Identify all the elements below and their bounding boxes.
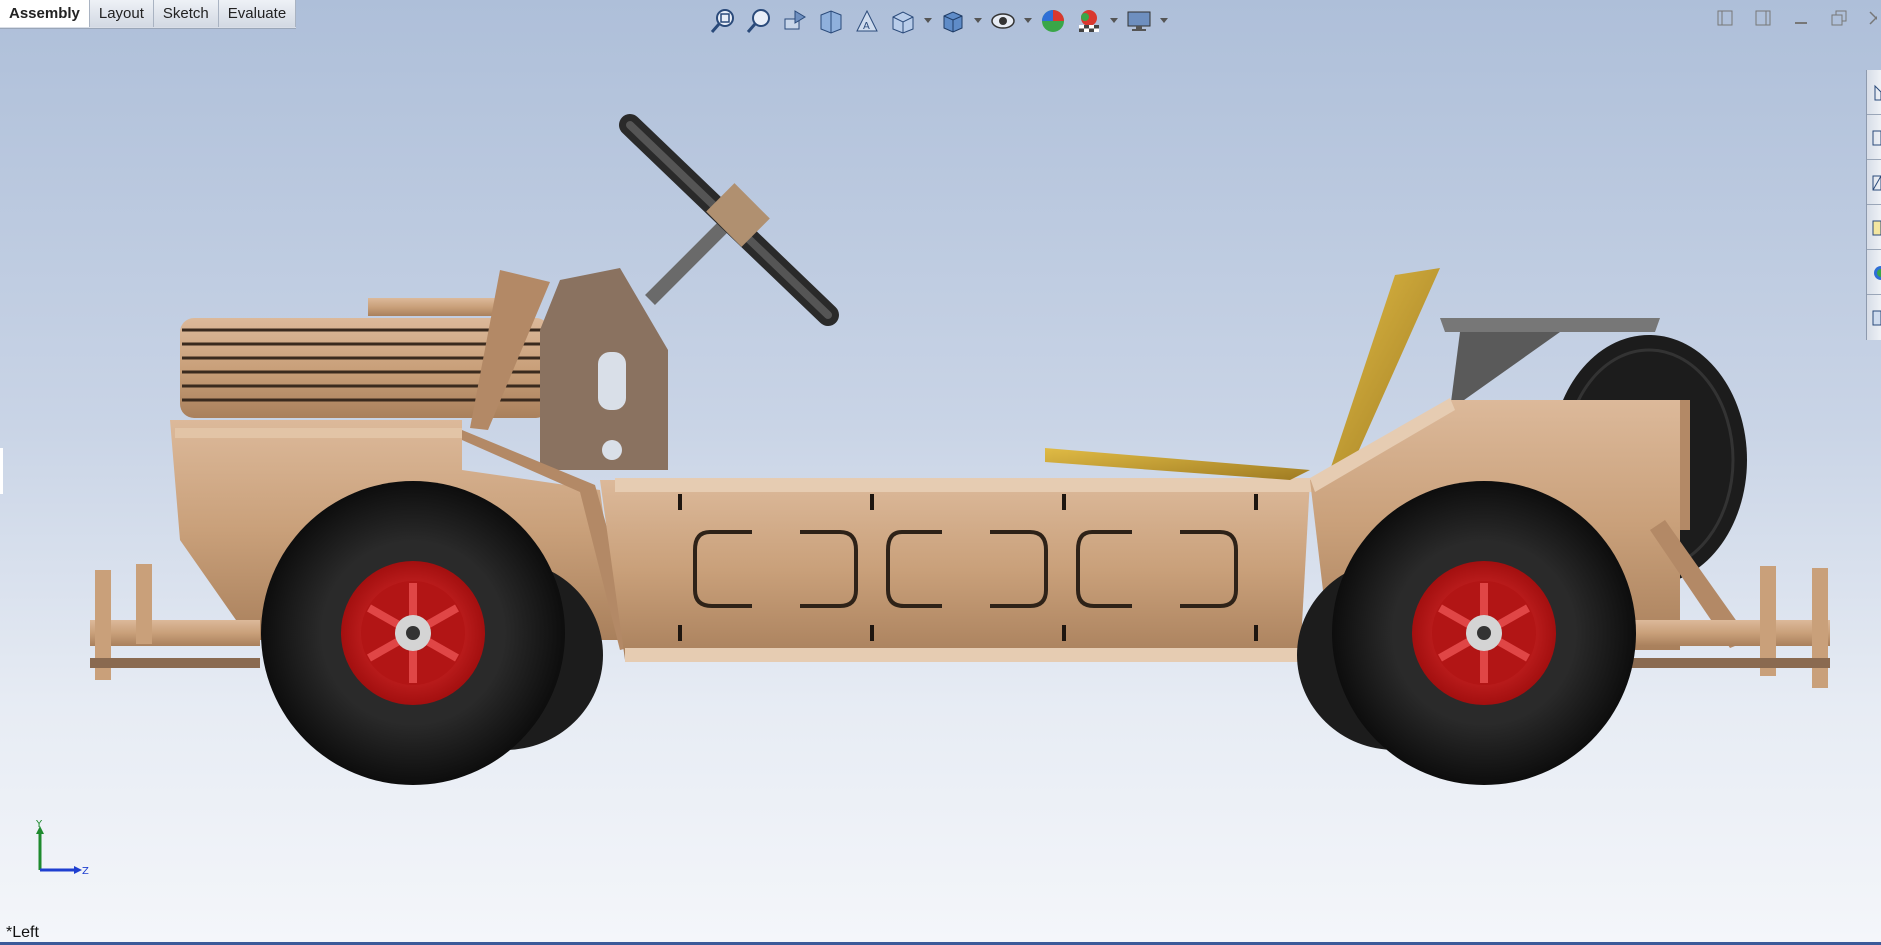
minimize-icon[interactable] [1791,8,1811,28]
tab-assembly[interactable]: Assembly [0,0,90,27]
graphics-area[interactable] [0,30,1881,935]
close-icon[interactable] [1867,8,1877,28]
front-wheel [261,481,565,785]
tile-right-icon[interactable] [1753,8,1773,28]
tab-layout[interactable]: Layout [89,0,154,27]
tile-left-icon[interactable] [1715,8,1735,28]
tab-sketch[interactable]: Sketch [153,0,219,27]
view-orientation-label: *Left [6,924,39,941]
command-manager-tabs: Assembly Layout Sketch Evaluate [0,0,297,29]
reference-triad: Y Z [30,819,90,880]
side-panel [600,478,1315,662]
window-controls [1715,8,1877,28]
rear-wheel [1332,481,1636,785]
steering-assembly [619,114,839,326]
restore-icon[interactable] [1829,8,1849,28]
tab-evaluate[interactable]: Evaluate [218,0,297,27]
triad-z-label: Z [82,866,89,877]
triad-y-label: Y [35,820,43,830]
